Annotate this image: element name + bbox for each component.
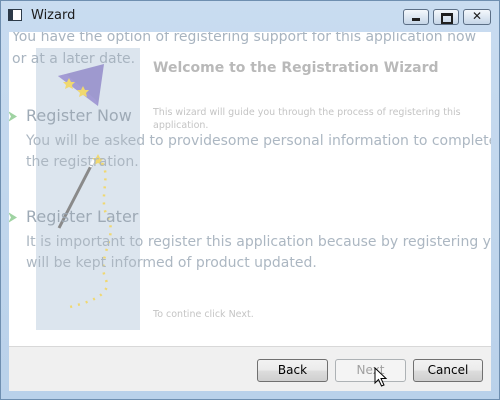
- wizard-window: Wizard ✕ Welcome to the Registration Wiz…: [0, 0, 500, 400]
- wizard-banner: [36, 48, 140, 330]
- wizard-intro-text: This wizard will guide you through the p…: [153, 107, 461, 131]
- close-icon: ✕: [471, 9, 483, 23]
- next-button[interactable]: Next: [335, 359, 406, 382]
- cancel-button[interactable]: Cancel: [413, 359, 483, 382]
- button-bar-divider: [9, 346, 491, 347]
- arrow-right-icon: [9, 212, 17, 223]
- register-now-description: You will be asked to providesome persona…: [26, 133, 491, 170]
- title-bar[interactable]: Wizard ✕: [1, 1, 499, 33]
- close-button[interactable]: ✕: [463, 9, 491, 25]
- wizard-page: Welcome to the Registration Wizard This …: [9, 32, 491, 346]
- registration-intro-text: You have the option of registering suppo…: [12, 32, 477, 67]
- wizard-client-area: Welcome to the Registration Wizard This …: [9, 32, 491, 391]
- minimize-button[interactable]: [403, 9, 429, 25]
- app-window-icon: [8, 9, 22, 21]
- back-button[interactable]: Back: [257, 359, 328, 382]
- maximize-button[interactable]: [433, 9, 459, 25]
- register-now-link[interactable]: Register Now: [26, 106, 132, 125]
- register-later-link[interactable]: Register Later: [26, 207, 138, 226]
- arrow-right-icon: [9, 111, 17, 122]
- wizard-hat-wand-icon: [57, 64, 112, 310]
- mouse-pointer-icon: [374, 367, 388, 387]
- window-title: Wizard: [31, 8, 76, 23]
- continue-hint: To contine click Next.: [153, 309, 254, 320]
- register-later-description: It is important to register this applica…: [26, 234, 491, 271]
